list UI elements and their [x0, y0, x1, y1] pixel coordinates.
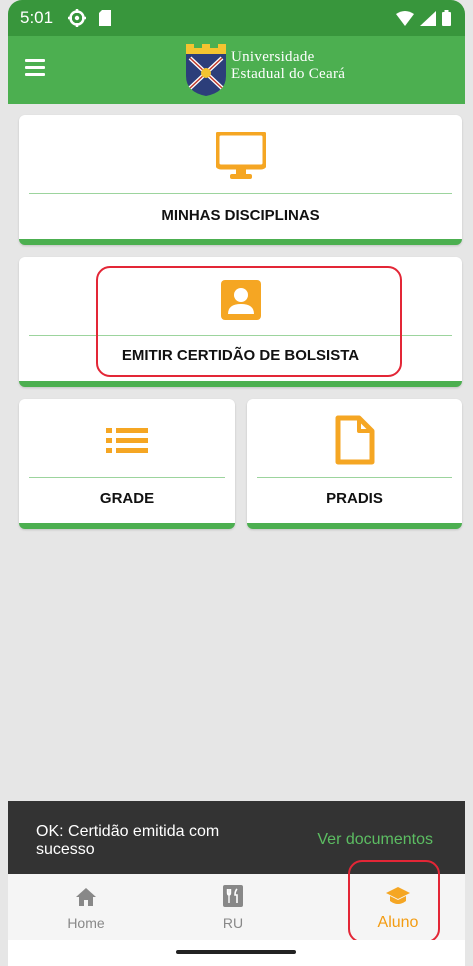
status-bar: 5:01	[8, 0, 465, 36]
ver-documentos-button[interactable]: Ver documentos	[317, 831, 433, 849]
card-divider	[29, 193, 452, 194]
card-label: GRADE	[99, 490, 155, 507]
university-emblem-icon	[186, 44, 226, 101]
pradis-card[interactable]: PRADIS	[247, 399, 462, 529]
menu-icon[interactable]	[25, 59, 45, 76]
university-logo-text: Universidade Estadual do Ceará	[231, 49, 346, 82]
nav-item-home[interactable]: Home	[36, 874, 136, 940]
card-label: MINHAS DISCIPLINAS	[161, 207, 320, 224]
snackbar-message: OK: Certidão emitida com sucesso	[36, 823, 220, 858]
signal-icon	[420, 10, 436, 31]
list-icon	[106, 428, 148, 459]
gesture-handle[interactable]	[176, 950, 296, 954]
wifi-icon	[396, 10, 414, 31]
sd-card-icon	[98, 9, 112, 32]
system-navigation-bar	[8, 940, 465, 966]
restaurant-icon	[223, 885, 243, 912]
card-label: PRADIS	[326, 490, 383, 507]
certidao-highlight-box	[96, 266, 402, 377]
battery-icon	[442, 10, 451, 31]
status-time: 5:01	[20, 8, 54, 27]
card-divider	[29, 477, 225, 478]
monitor-icon	[214, 130, 268, 185]
aluno-highlight-box	[348, 860, 440, 943]
card-divider	[257, 477, 452, 478]
nav-label: Home	[67, 915, 105, 931]
settings-icon	[68, 9, 86, 32]
nav-label: RU	[222, 915, 244, 931]
grade-card[interactable]: GRADE	[19, 399, 235, 529]
minhas-disciplinas-card[interactable]: MINHAS DISCIPLINAS	[19, 115, 462, 245]
home-icon	[76, 888, 96, 911]
document-icon	[335, 415, 375, 470]
app-bar: Universidade Estadual do Ceará	[8, 36, 465, 104]
nav-item-ru[interactable]: RU	[183, 874, 283, 940]
